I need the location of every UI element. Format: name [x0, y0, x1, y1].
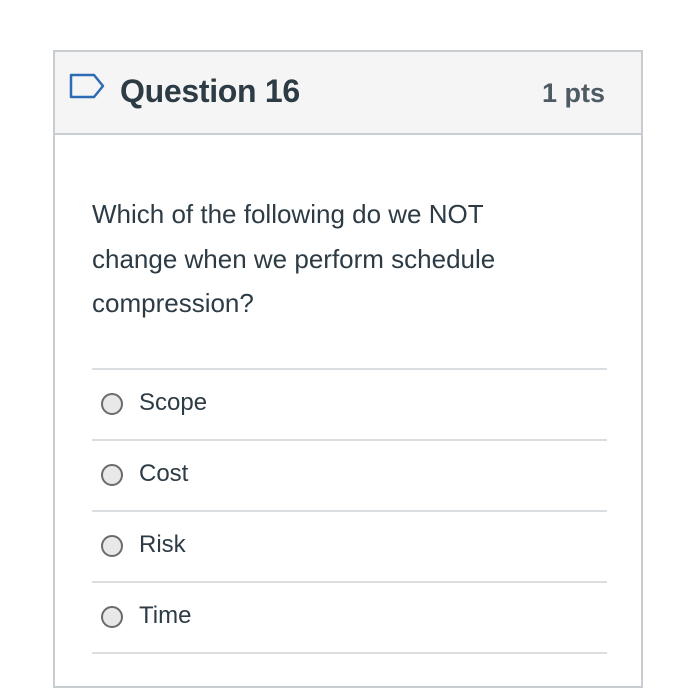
flag-icon[interactable]: [68, 72, 106, 102]
question-title: Question 16: [120, 73, 300, 109]
answer-label: Risk: [139, 531, 186, 558]
answer-label: Time: [139, 602, 192, 629]
answer-label: Scope: [139, 389, 208, 416]
answer-option[interactable]: Cost: [92, 441, 607, 512]
answer-option[interactable]: Scope: [92, 370, 607, 441]
answer-option[interactable]: Risk: [92, 512, 607, 583]
answer-option[interactable]: Time: [92, 583, 607, 654]
quiz-question-card: Question 16 1 pts Which of the following…: [53, 50, 643, 688]
answer-label: Cost: [139, 460, 189, 487]
radio-button[interactable]: [101, 535, 123, 557]
radio-button[interactable]: [101, 464, 123, 486]
question-points: 1 pts: [541, 78, 605, 108]
radio-button[interactable]: [101, 393, 123, 415]
question-header: Question 16 1 pts: [55, 52, 641, 135]
question-text: Which of the following do we NOT change …: [92, 199, 496, 318]
answer-list: Scope Cost Risk Time: [92, 368, 607, 654]
radio-button[interactable]: [101, 606, 123, 628]
